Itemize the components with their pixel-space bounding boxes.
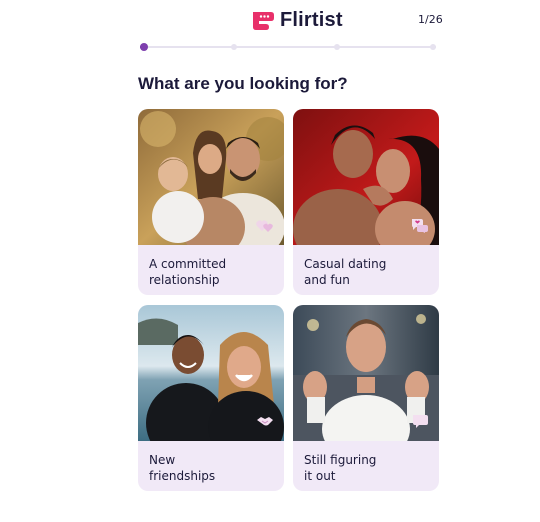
option-still-figuring[interactable]: Still figuring it out [293, 305, 439, 491]
flirtist-logo-icon [250, 10, 276, 32]
app-header: Flirtist 1/26 [0, 0, 540, 40]
progress-dot [334, 44, 340, 50]
option-label: New friendships [149, 453, 216, 483]
app-name: Flirtist [280, 9, 343, 31]
progress-track [140, 46, 436, 48]
option-label: Casual dating and fun [304, 257, 387, 287]
question-bubble-icon [411, 413, 429, 429]
option-casual-dating[interactable]: Casual dating and fun [293, 109, 439, 295]
progress-dot [430, 44, 436, 50]
chat-heart-icon [411, 217, 429, 233]
progress-dot-current [140, 43, 148, 51]
option-new-friendships[interactable]: New friendships [138, 305, 284, 491]
step-counter: 1/26 [418, 13, 443, 26]
option-label: Still figuring it out [304, 453, 377, 483]
app-logo: Flirtist [250, 9, 343, 32]
option-committed-relationship[interactable]: A committed relationship [138, 109, 284, 295]
progress-bar [140, 43, 436, 51]
progress-dot [231, 44, 237, 50]
page-title: What are you looking for? [138, 74, 348, 93]
hearts-icon [256, 217, 274, 233]
handshake-icon [256, 413, 274, 429]
option-label: A committed relationship [149, 257, 227, 287]
